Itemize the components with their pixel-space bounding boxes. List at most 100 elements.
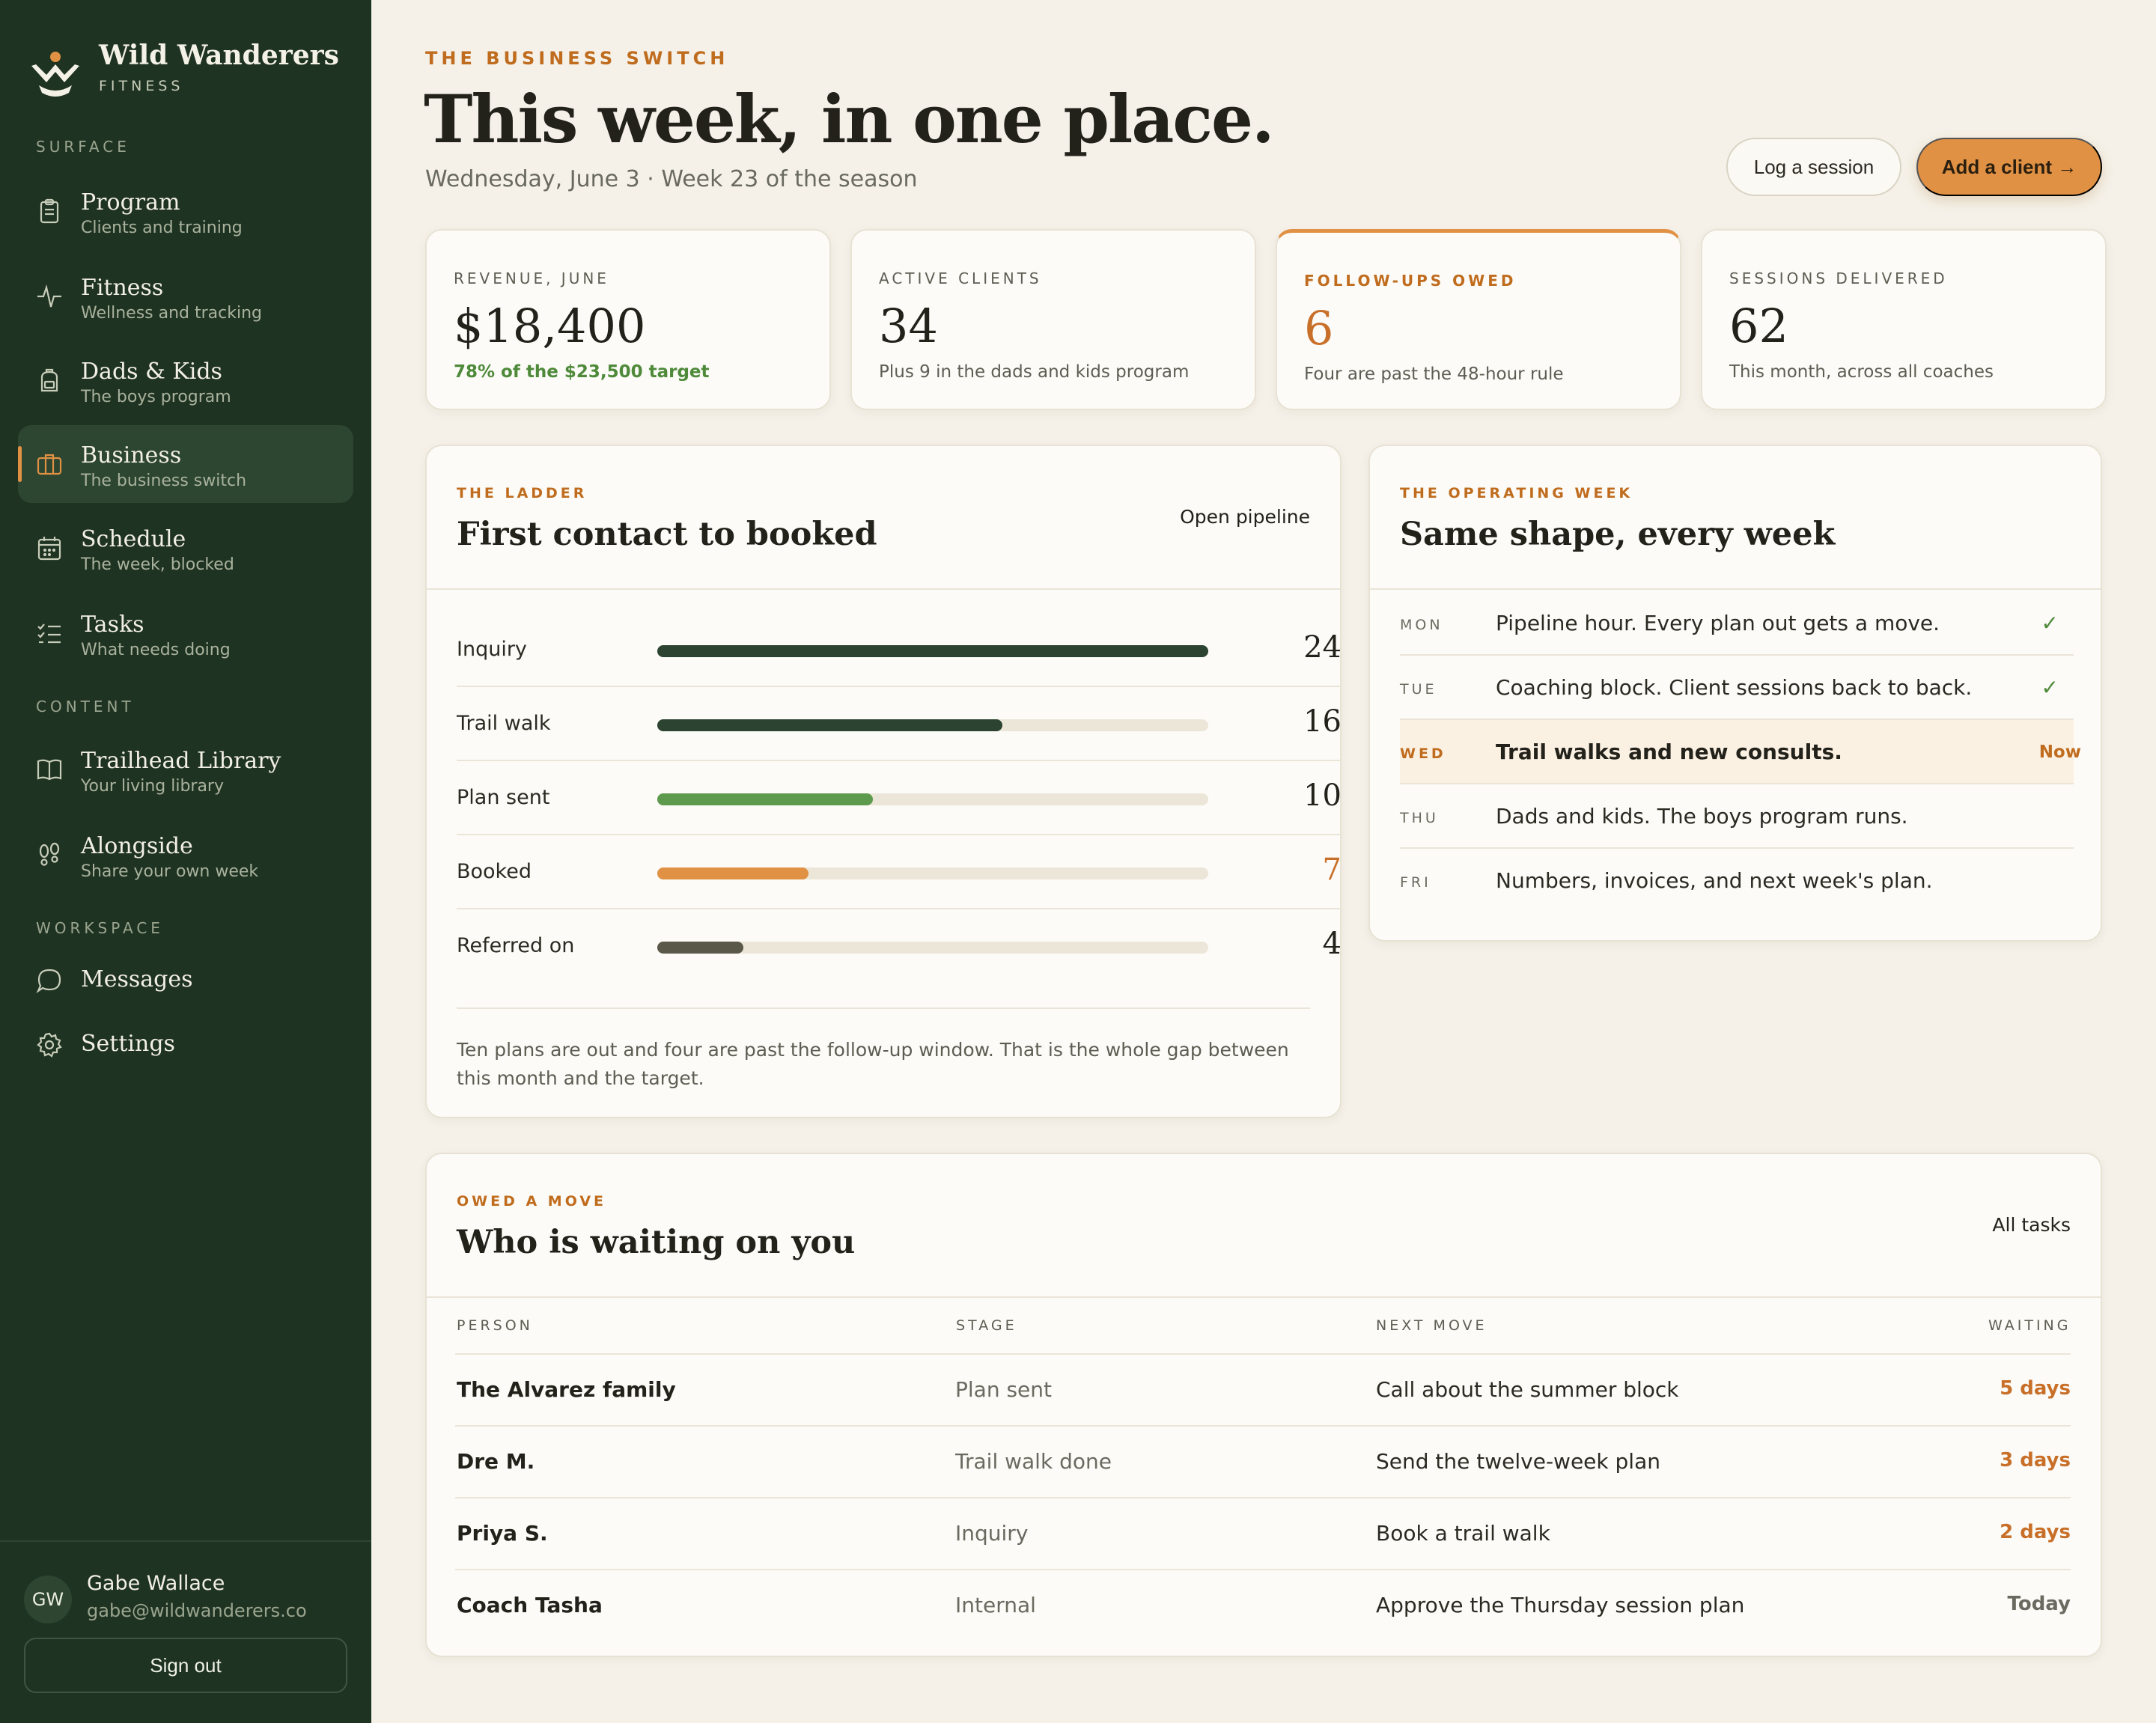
ladder-stage-label: Referred on <box>457 934 575 957</box>
stat-card-sessions: SESSIONS DELIVERED 62 This month, across… <box>1701 229 2107 410</box>
user-name: Gabe Wallace <box>87 1572 225 1595</box>
person-cell: The Alvarez family <box>457 1377 676 1402</box>
sidebar-item-title: Settings <box>81 1031 175 1057</box>
ladder-footnote: Ten plans are out and four are past the … <box>457 1039 1289 1089</box>
column-header-waiting: WAITING <box>1988 1317 2071 1334</box>
stat-value: 34 <box>879 299 938 353</box>
stat-note: Plus 9 in the dads and kids program <box>879 362 1190 382</box>
add-client-button[interactable]: Add a client → <box>1916 138 2102 196</box>
stat-label: FOLLOW-UPS OWED <box>1304 272 1517 290</box>
sidebar-item-business[interactable]: Business The business switch <box>18 425 353 503</box>
ladder-stage-label: Plan sent <box>457 786 550 809</box>
person-cell: Coach Tasha <box>457 1593 603 1617</box>
footprints-icon <box>39 842 60 866</box>
sidebar-item-title: Messages <box>81 966 193 992</box>
card-divider <box>457 1007 1310 1009</box>
waiting-title: Who is waiting on you <box>457 1224 856 1261</box>
waiting-cell: 5 days <box>2000 1377 2071 1400</box>
week-row-wed: WED Trail walks and new consults. Now <box>1400 720 2081 784</box>
week-row-tue: TUE Coaching block. Client sessions back … <box>1400 656 2074 720</box>
sidebar-item-fitness[interactable]: Fitness Wellness and tracking <box>18 257 353 335</box>
ladder-count: 24 <box>1303 630 1342 665</box>
sidebar-item-messages[interactable]: Messages <box>18 955 353 1006</box>
week-day: MON <box>1400 617 1443 633</box>
ladder-bar-track <box>657 867 1208 879</box>
nav-section-content: CONTENT <box>36 698 135 716</box>
sidebar-item-alongside[interactable]: Alongside Share your own week <box>18 816 353 894</box>
sidebar-item-subtitle: Share your own week <box>81 862 259 881</box>
ladder-bar-fill <box>657 867 808 879</box>
card-divider <box>1370 588 2101 590</box>
nav-section-workspace: WORKSPACE <box>36 919 164 937</box>
waiting-cell: 3 days <box>2000 1449 2071 1472</box>
sidebar-item-tasks[interactable]: Tasks What needs doing <box>18 594 353 672</box>
sidebar-item-settings[interactable]: Settings <box>18 1019 353 1070</box>
ladder-row: Inquiry 24 <box>457 614 1342 687</box>
brand[interactable]: Wild Wanderers FITNESS <box>28 36 339 103</box>
sidebar-item-trailhead-library[interactable]: Trailhead Library Your living library <box>18 731 353 808</box>
avatar[interactable]: GW <box>24 1576 72 1623</box>
sidebar-item-program[interactable]: Program Clients and training <box>18 172 353 250</box>
ladder-bar-track <box>657 793 1208 805</box>
stat-label: SESSIONS DELIVERED <box>1729 269 1948 287</box>
ladder-row: Referred on 4 <box>457 910 1342 984</box>
waiting-eyebrow: OWED A MOVE <box>457 1193 607 1210</box>
table-row[interactable]: Dre M. Trail walk done Send the twelve-wee… <box>455 1425 2071 1497</box>
ladder-count: 4 <box>1322 927 1342 961</box>
ladder-bar-track <box>657 942 1208 954</box>
week-plan-text: Pipeline hour. Every plan out gets a mov… <box>1496 611 1940 635</box>
stat-label: ACTIVE CLIENTS <box>879 269 1042 287</box>
sidebar-item-subtitle: Wellness and tracking <box>81 304 263 323</box>
chat-bubble-icon <box>36 969 61 993</box>
sign-out-button[interactable]: Sign out <box>24 1638 347 1693</box>
next-move-cell: Send the twelve-week plan <box>1376 1449 1660 1474</box>
briefcase-icon <box>37 454 62 475</box>
table-row[interactable]: Coach Tasha Internal Approve the Thursday … <box>455 1569 2071 1641</box>
column-header-person: PERSON <box>457 1317 533 1334</box>
all-tasks-link[interactable]: All tasks <box>1992 1214 2071 1236</box>
check-icon: ✓ <box>2041 611 2059 635</box>
stat-value: 62 <box>1729 299 1788 353</box>
week-row-mon: MON Pipeline hour. Every plan out gets a … <box>1400 591 2074 656</box>
week-row-thu: THU Dads and kids. The boys program runs. <box>1400 784 2074 849</box>
ladder-stage-label: Booked <box>457 860 532 883</box>
sidebar-item-dads-and-kids[interactable]: Dads & Kids The boys program <box>18 341 353 419</box>
waiting-cell: Today <box>2007 1593 2071 1615</box>
nav-section-surface: SURFACE <box>36 138 130 156</box>
week-plan-text: Coaching block. Client sessions back to … <box>1496 675 1973 700</box>
sidebar: Wild Wanderers FITNESS SURFACE Program C… <box>0 0 371 1723</box>
ladder-bar-track <box>657 719 1208 731</box>
sidebar-item-title: Schedule <box>81 526 186 552</box>
page-title: This week, in one place. <box>424 80 1275 158</box>
week-day: FRI <box>1400 874 1431 891</box>
sidebar-item-schedule[interactable]: Schedule The week, blocked <box>18 509 353 587</box>
user-email: gabe@wildwanderers.co <box>87 1600 307 1621</box>
stage-cell: Internal <box>955 1593 1036 1617</box>
ladder-bar-fill <box>657 719 1003 731</box>
log-session-button[interactable]: Log a session <box>1726 138 1901 196</box>
ladder-card: THE LADDER First contact to booked Open … <box>425 445 1342 1118</box>
pulse-icon <box>37 284 61 308</box>
ladder-row: Trail walk 16 <box>457 688 1342 761</box>
ladder-count: 10 <box>1303 778 1342 813</box>
card-divider <box>427 588 1340 590</box>
brand-subtitle: FITNESS <box>99 78 184 94</box>
open-pipeline-link[interactable]: Open pipeline <box>1180 506 1310 528</box>
stat-note: This month, across all coaches <box>1729 362 1994 382</box>
backpack-icon <box>40 368 58 392</box>
ladder-bar-fill <box>657 793 874 805</box>
week-plan-text: Numbers, invoices, and next week's plan. <box>1496 868 1933 893</box>
checklist-icon <box>37 623 61 644</box>
page-eyebrow: THE BUSINESS SWITCH <box>425 48 729 69</box>
table-row[interactable]: Priya S. Inquiry Book a trail walk 2 days <box>455 1497 2071 1569</box>
ladder-bar-fill <box>657 645 1208 657</box>
sidebar-item-subtitle: Your living library <box>81 777 224 796</box>
sidebar-divider <box>0 1540 371 1542</box>
ladder-bar-track <box>657 645 1208 657</box>
operating-week-card: THE OPERATING WEEK Same shape, every wee… <box>1368 445 2102 942</box>
stat-value: 6 <box>1304 301 1334 356</box>
table-row[interactable]: The Alvarez family Plan sent Call about th… <box>455 1353 2071 1425</box>
stat-card-revenue: REVENUE, JUNE $18,400 78% of the $23,500… <box>425 229 831 410</box>
sidebar-item-title: Program <box>81 189 180 216</box>
next-move-cell: Call about the summer block <box>1376 1377 1679 1402</box>
